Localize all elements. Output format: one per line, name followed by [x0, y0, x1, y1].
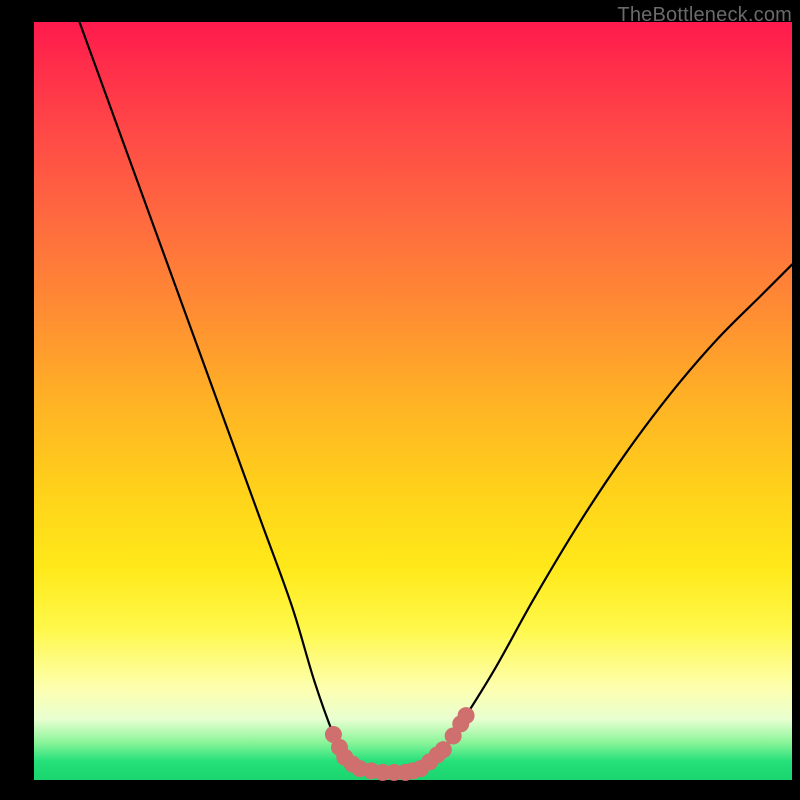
highlight-dot [435, 741, 452, 758]
highlight-dots [325, 707, 475, 781]
plot-area [34, 22, 792, 780]
chart-svg [34, 22, 792, 780]
highlight-dot [458, 707, 475, 724]
chart-frame: TheBottleneck.com [0, 0, 800, 800]
bottleneck-curve [79, 22, 792, 773]
